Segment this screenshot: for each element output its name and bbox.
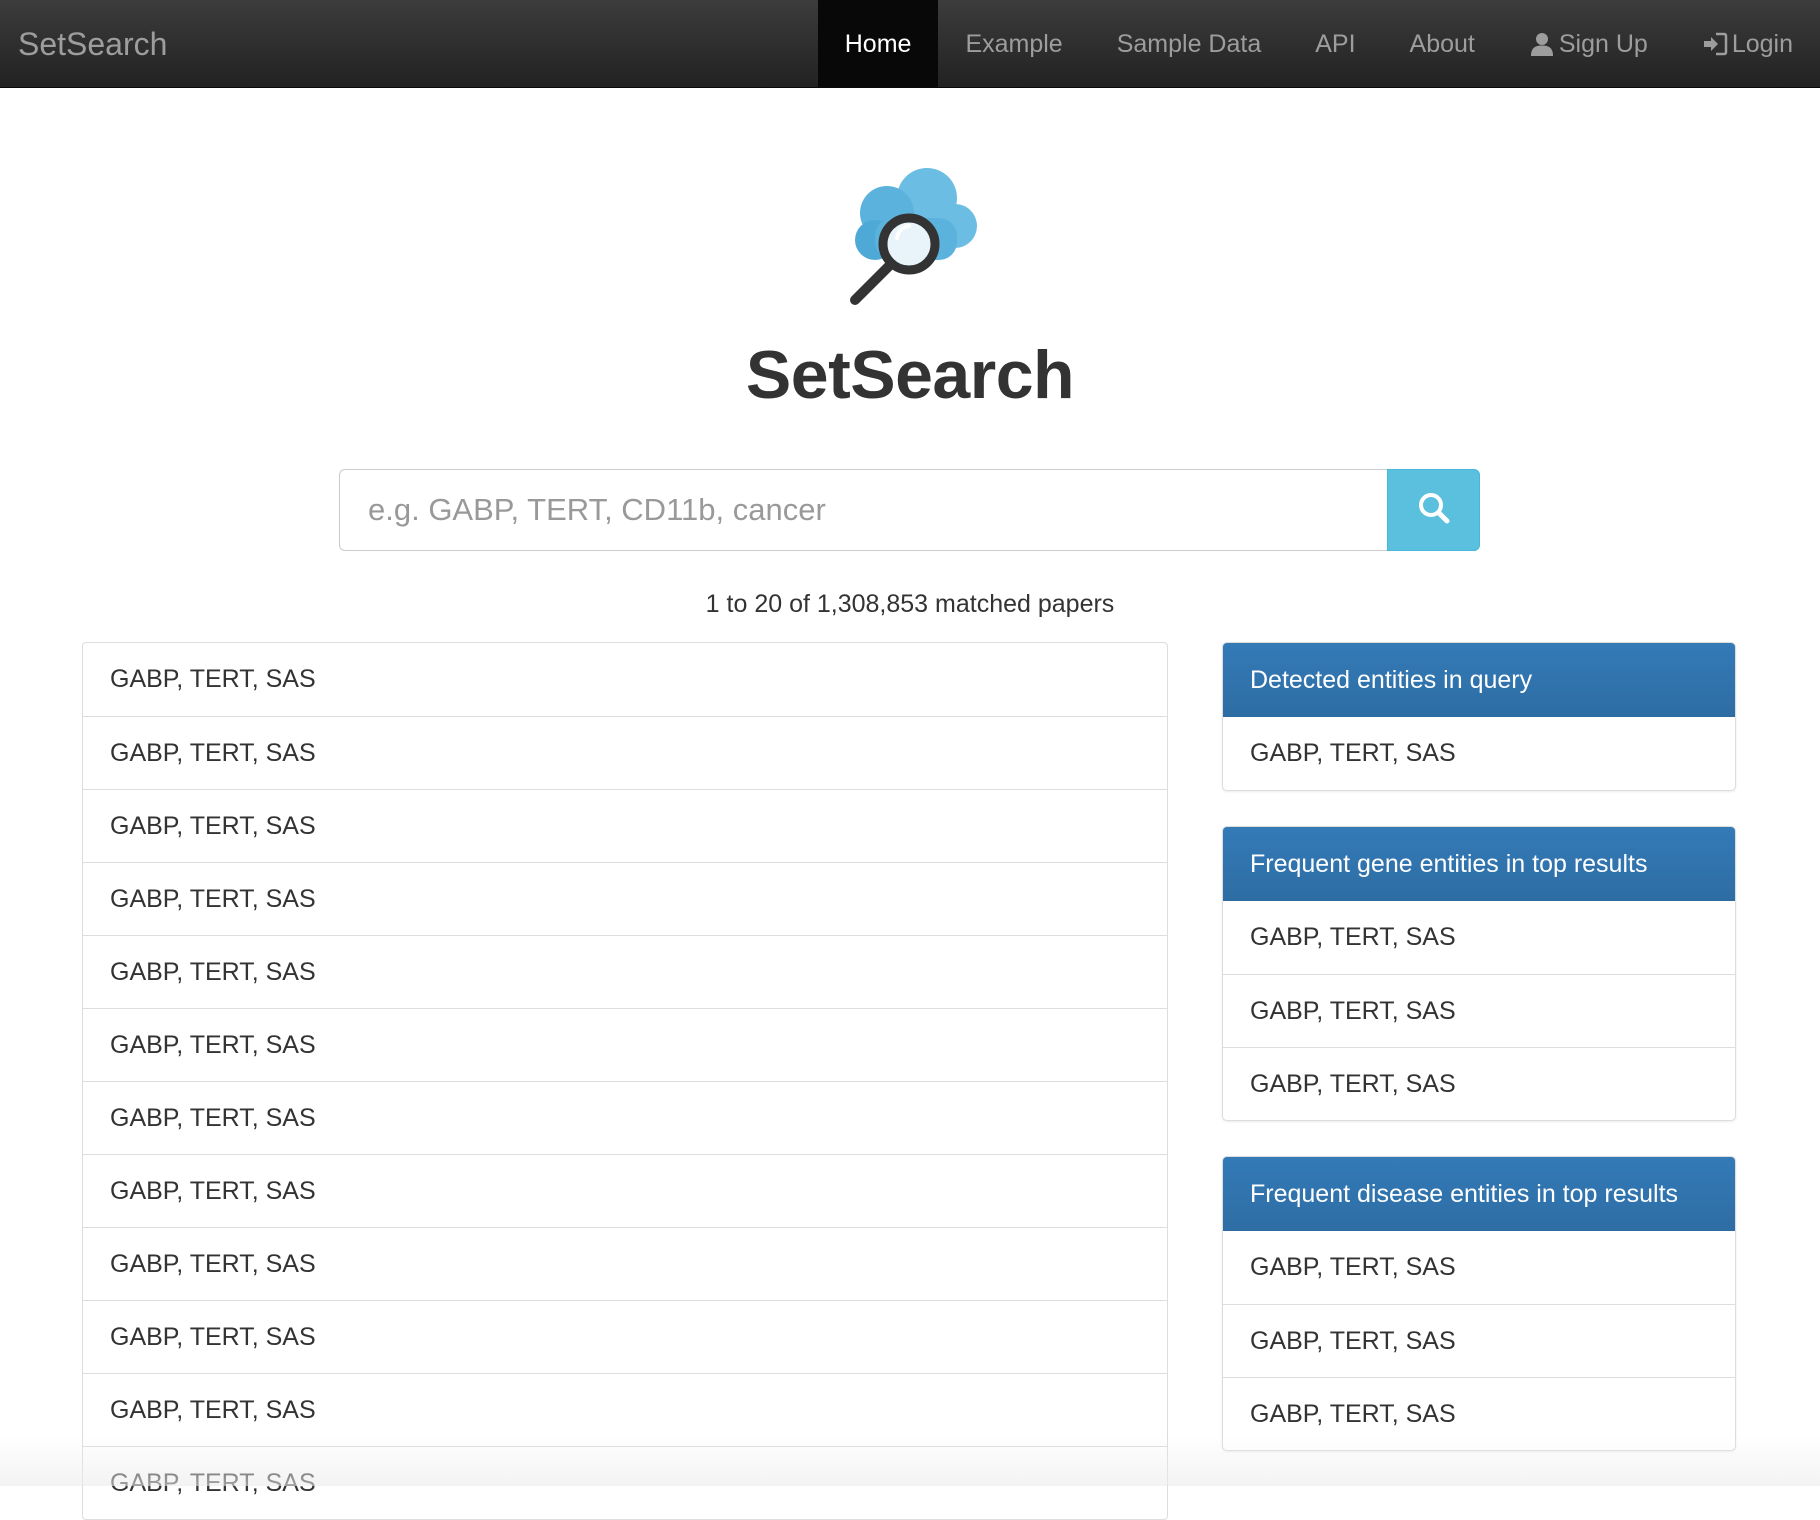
nav-example-label: Example	[965, 30, 1063, 58]
list-item[interactable]: GABP, TERT, SAS	[83, 862, 1167, 935]
cloud-search-icon	[835, 158, 985, 308]
navbar-brand[interactable]: SetSearch	[18, 0, 167, 88]
list-item[interactable]: GABP, TERT, SAS	[83, 643, 1167, 716]
panel-detected-entities: Detected entities in query GABP, TERT, S…	[1222, 642, 1736, 791]
panel-heading: Detected entities in query	[1223, 643, 1735, 717]
nav-api[interactable]: API	[1288, 0, 1382, 88]
panel-item[interactable]: GABP, TERT, SAS	[1223, 1304, 1735, 1377]
results-list: GABP, TERT, SAS GABP, TERT, SAS GABP, TE…	[82, 642, 1168, 1520]
panel-frequent-diseases: Frequent disease entities in top results…	[1222, 1156, 1736, 1451]
navbar-menu: Home Example Sample Data API About Sign …	[817, 0, 1820, 88]
panel-frequent-genes: Frequent gene entities in top results GA…	[1222, 826, 1736, 1121]
nav-sample-data-label: Sample Data	[1116, 30, 1262, 58]
nav-example[interactable]: Example	[938, 0, 1089, 88]
top-navbar: SetSearch Home Example Sample Data API A…	[0, 0, 1820, 88]
list-item[interactable]: GABP, TERT, SAS	[83, 716, 1167, 789]
list-item[interactable]: GABP, TERT, SAS	[83, 789, 1167, 862]
login-icon	[1702, 31, 1728, 57]
user-icon	[1529, 31, 1555, 57]
search-icon	[1417, 491, 1451, 530]
panel-item[interactable]: GABP, TERT, SAS	[1223, 974, 1735, 1047]
list-item[interactable]: GABP, TERT, SAS	[83, 1373, 1167, 1446]
panel-item[interactable]: GABP, TERT, SAS	[1223, 1377, 1735, 1450]
list-item[interactable]: GABP, TERT, SAS	[83, 1081, 1167, 1154]
nav-sign-up[interactable]: Sign Up	[1502, 0, 1675, 88]
nav-login[interactable]: Login	[1675, 0, 1820, 88]
nav-sign-up-label: Sign Up	[1558, 30, 1648, 58]
nav-about-label: About	[1409, 30, 1475, 58]
nav-home[interactable]: Home	[817, 0, 939, 88]
nav-api-label: API	[1315, 30, 1356, 58]
nav-login-label: Login	[1731, 30, 1793, 58]
list-item[interactable]: GABP, TERT, SAS	[83, 935, 1167, 1008]
panel-heading: Frequent disease entities in top results	[1223, 1157, 1735, 1231]
search-input[interactable]	[339, 469, 1387, 551]
panel-item[interactable]: GABP, TERT, SAS	[1223, 717, 1735, 790]
nav-about[interactable]: About	[1383, 0, 1502, 88]
panel-item[interactable]: GABP, TERT, SAS	[1223, 901, 1735, 974]
app-title: SetSearch	[745, 337, 1075, 413]
panel-item[interactable]: GABP, TERT, SAS	[1223, 1231, 1735, 1304]
nav-sample-data[interactable]: Sample Data	[1090, 0, 1289, 88]
panel-item[interactable]: GABP, TERT, SAS	[1223, 1047, 1735, 1120]
result-count: 1 to 20 of 1,308,853 matched papers	[705, 590, 1115, 618]
list-item[interactable]: GABP, TERT, SAS	[83, 1008, 1167, 1081]
list-item[interactable]: GABP, TERT, SAS	[83, 1446, 1167, 1519]
list-item[interactable]: GABP, TERT, SAS	[83, 1154, 1167, 1227]
panel-heading: Frequent gene entities in top results	[1223, 827, 1735, 901]
list-item[interactable]: GABP, TERT, SAS	[83, 1300, 1167, 1373]
list-item[interactable]: GABP, TERT, SAS	[83, 1227, 1167, 1300]
search-button[interactable]	[1387, 469, 1480, 551]
nav-home-label: Home	[844, 30, 912, 58]
